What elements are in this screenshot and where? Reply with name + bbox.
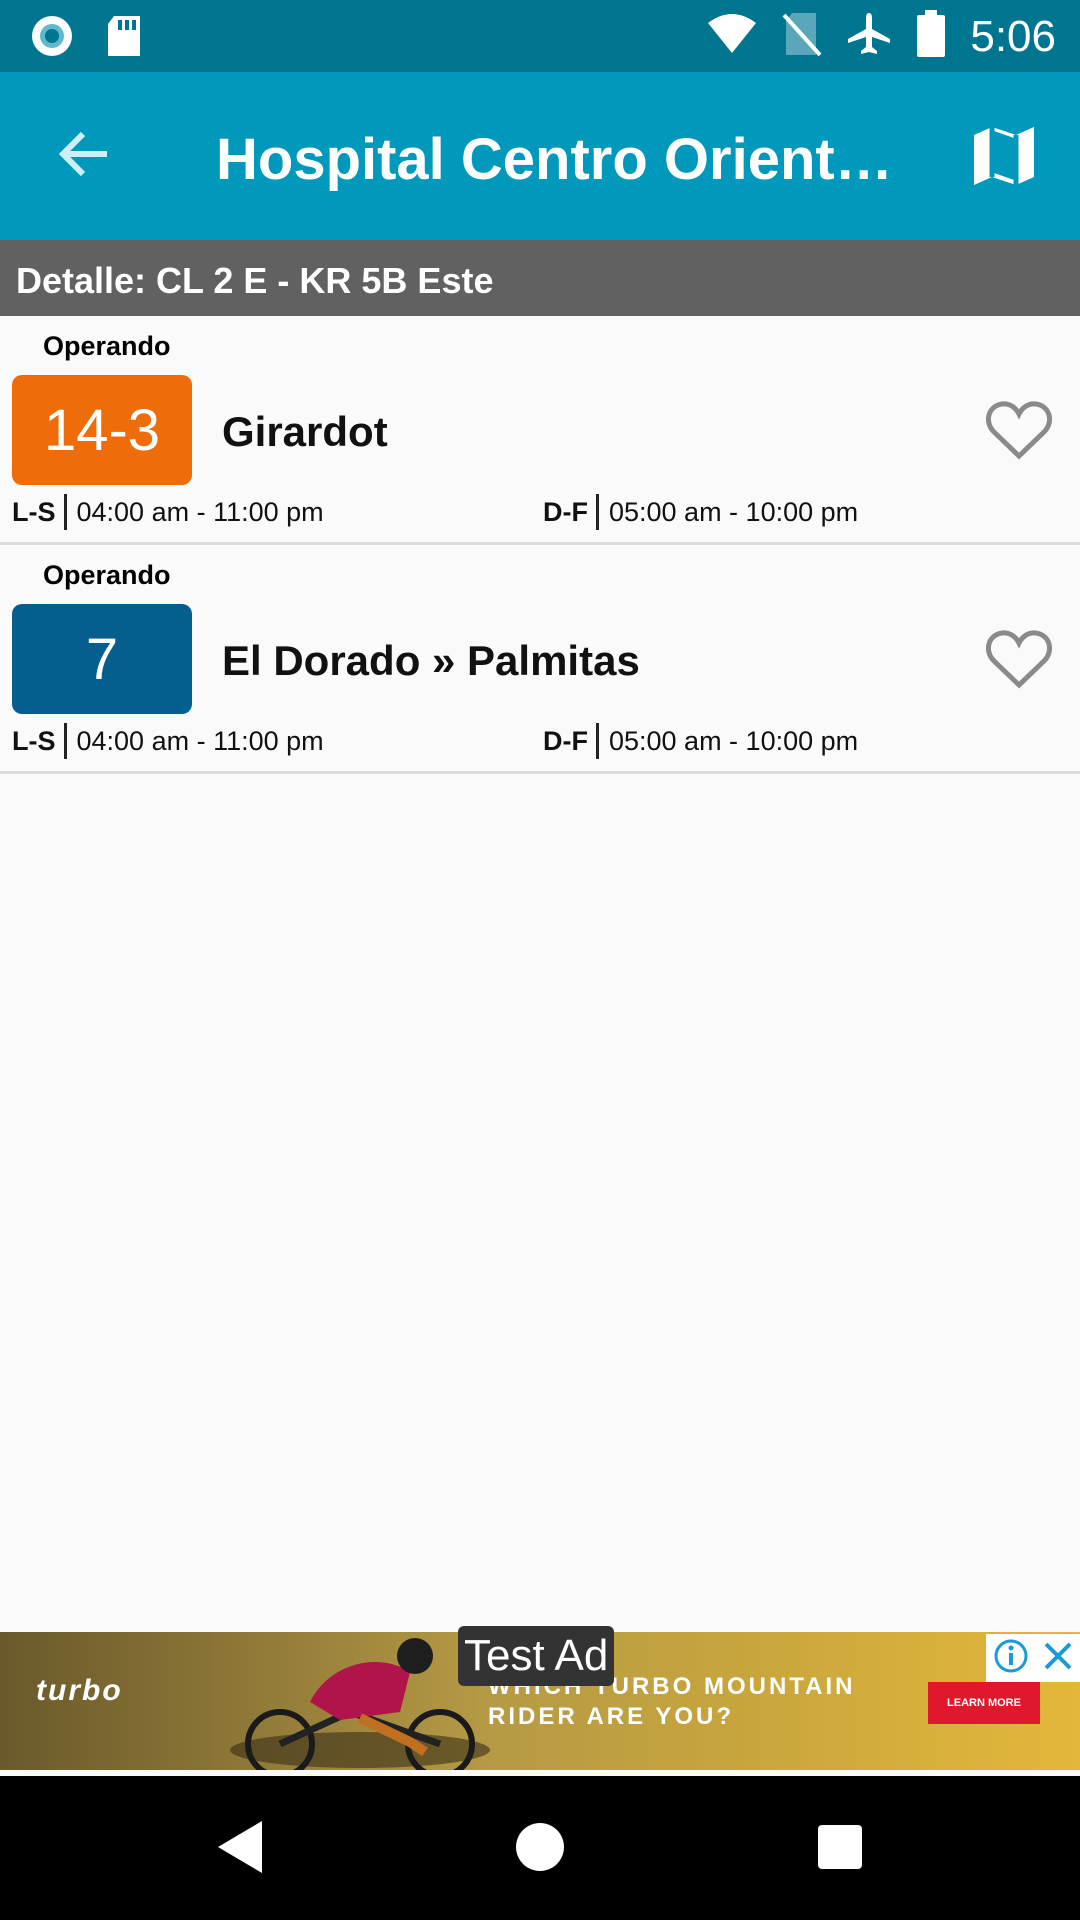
schedule-sundays-holidays: D-F 05:00 am - 10:00 pm [543, 723, 858, 759]
schedule-hours: 05:00 am - 10:00 pm [608, 496, 859, 527]
wifi-icon [706, 13, 758, 60]
schedule-divider [63, 723, 67, 759]
schedule-hours: 04:00 am - 11:00 pm [76, 725, 324, 756]
nav-back-button[interactable] [206, 1814, 276, 1884]
route-item-14-3[interactable]: Operando 14-3 Girardot L-S 04:00 am - 11… [0, 316, 1080, 545]
schedule-hours: 04:00 am - 11:00 pm [76, 496, 324, 527]
schedule-divider [63, 494, 67, 530]
route-name: Girardot [222, 408, 388, 455]
ad-cta-button[interactable]: LEARN MORE [928, 1682, 1040, 1724]
schedule-days-label: D-F [543, 725, 588, 756]
route-code-badge: 7 [12, 604, 192, 714]
ad-info-icon[interactable] [993, 1638, 1029, 1679]
ad-label: Test Ad [458, 1626, 615, 1686]
route-name: El Dorado » Palmitas [222, 637, 640, 684]
back-triangle-icon [216, 1819, 266, 1880]
schedule-divider [595, 723, 599, 759]
detail-header: Detalle: CL 2 E - KR 5B Este [0, 240, 1080, 316]
schedule-hours: 05:00 am - 10:00 pm [608, 725, 859, 756]
home-circle-icon [514, 1821, 566, 1878]
page-title: Hospital Centro Oriental… [216, 127, 906, 192]
battery-icon [916, 10, 946, 63]
back-arrow-icon [57, 130, 111, 183]
schedule-weekdays: L-S 04:00 am - 11:00 pm [12, 723, 324, 759]
ad-brand-logo: turbo [36, 1674, 123, 1707]
nav-recents-button[interactable] [805, 1814, 875, 1884]
map-button[interactable] [964, 120, 1044, 196]
route-status: Operando [43, 331, 171, 361]
ad-close-icon[interactable] [1042, 1640, 1074, 1677]
no-sim-icon [782, 11, 822, 62]
favorite-button[interactable] [985, 629, 1053, 689]
back-button[interactable] [52, 124, 116, 188]
schedule-days-label: L-S [12, 496, 56, 527]
recents-square-icon [816, 1823, 864, 1876]
favorite-button[interactable] [985, 400, 1053, 460]
schedule-days-label: D-F [543, 496, 588, 527]
ad-controls [986, 1634, 1080, 1682]
schedule-divider [595, 494, 599, 530]
route-item-7[interactable]: Operando 7 El Dorado » Palmitas L-S 04:0… [0, 545, 1080, 774]
heart-icon [985, 401, 1053, 464]
clock: 5:06 [970, 11, 1056, 61]
nav-home-button[interactable] [505, 1814, 575, 1884]
status-bar: 5:06 [0, 0, 1080, 72]
schedule-days-label: L-S [12, 725, 56, 756]
system-nav-bar [0, 1776, 1080, 1920]
circle-notification-icon [30, 14, 74, 63]
schedule-weekdays: L-S 04:00 am - 11:00 pm [12, 494, 324, 530]
route-list: Operando 14-3 Girardot L-S 04:00 am - 11… [0, 316, 1080, 774]
sd-card-icon [104, 14, 144, 63]
map-icon [972, 125, 1036, 192]
schedule-sundays-holidays: D-F 05:00 am - 10:00 pm [543, 494, 858, 530]
route-code-badge: 14-3 [12, 375, 192, 485]
heart-icon [985, 630, 1053, 693]
airplane-icon [846, 11, 892, 62]
app-bar: Hospital Centro Oriental… [0, 72, 1080, 240]
route-status: Operando [43, 560, 171, 590]
